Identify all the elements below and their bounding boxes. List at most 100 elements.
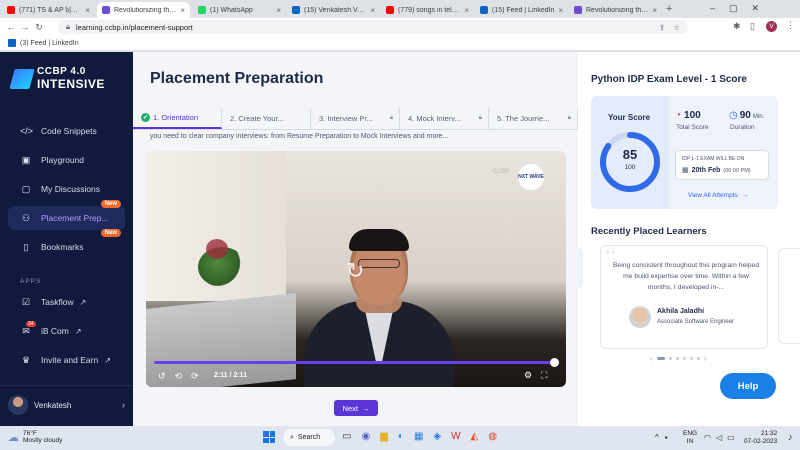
sidebar-app-item[interactable]: ✉ 34 iB Com ↗ [8,319,125,343]
wps-icon[interactable]: W [451,431,460,442]
carousel-dot[interactable] [689,357,693,360]
user-profile[interactable]: Venkatesh › [8,394,125,416]
profile-avatar[interactable]: V [766,21,777,32]
step-tabs: ✔ 1. Orientation 2. Create Your... 3. Inter… [133,108,578,130]
sidebar-item-label: My Discussions [41,184,101,194]
step-tab[interactable]: 5. The Journe... 🔒︎ [489,108,578,129]
video-player[interactable]: CCBP NXT WAVE ↻ ↺ ⟲ ⟳ 2:11 / 2:11 ⚙ ⛶ [146,151,566,387]
step-tab[interactable]: 4. Mock Interv... 🔒︎ [400,108,489,129]
sidebar-divider [0,385,133,386]
sidebar-item[interactable]: ▣ Playground [8,148,125,172]
browser-tab[interactable]: Revolutionizing the N...× [569,2,662,18]
next-button[interactable]: Next → [334,400,378,416]
new-tab-icon[interactable]: + [666,3,672,15]
bookmark-item[interactable]: (3) Feed | LinkedIn [20,40,79,47]
close-tab-icon[interactable]: × [276,6,281,15]
close-tab-icon[interactable]: × [370,6,375,15]
main-content: Placement Preparation ✔ 1. Orientation 2. … [133,52,578,426]
extensions-icon[interactable]: ✱ [733,21,741,32]
score-ring [600,132,660,192]
browser-tab[interactable]: (15) Feed | LinkedIn × [475,2,568,18]
replay-icon[interactable]: ↻ [346,258,364,284]
settings-gear-icon[interactable]: ⚙ [524,370,532,381]
carousel-dot[interactable] [668,357,672,360]
chevron-up-icon[interactable]: ^ [655,433,659,442]
volume-icon[interactable]: ◁ [716,433,722,442]
carousel-prev-icon[interactable]: ‹ [650,354,653,363]
learner-card: “ Being consistent throughout this progr… [600,242,768,349]
tab-title: Revolutionizing the N... [586,6,649,14]
menu-icon[interactable]: ⋮ [786,20,795,31]
carousel-next-icon[interactable]: › [704,354,707,363]
sidepanel-icon[interactable]: ▯ [750,21,755,32]
reload-icon[interactable]: ↻ [32,22,46,33]
carousel-dot[interactable] [682,357,686,360]
edge-icon[interactable]: ◐ [398,431,404,442]
step-tab[interactable]: 3. Interview Pr... 🔒︎ [311,108,400,129]
fullscreen-icon[interactable]: ⛶ [541,370,547,381]
video-progress-handle[interactable] [550,358,559,367]
language-indicator[interactable]: ENG IN [683,430,697,446]
lock-icon: 🔒︎ [66,22,70,31]
wifi-icon[interactable]: ◠ [704,433,711,442]
close-tab-icon[interactable]: × [180,6,185,15]
share-icon[interactable]: ⇪ [659,23,665,32]
sidebar-item[interactable]: ▢ My Discussions [8,177,125,201]
close-window-icon[interactable]: ✕ [752,3,760,14]
teams-icon[interactable]: ◉ [361,431,370,442]
sidebar-app-label: Invite and Earn [41,355,99,365]
back-icon[interactable]: ← [4,22,18,32]
step-tab[interactable]: ✔ 1. Orientation [133,108,222,129]
chevron-right-icon[interactable]: › [122,400,125,410]
ccbp-logo[interactable]: CCBP 4.0 INTENSIVE [9,66,105,91]
battery-icon[interactable]: ▭ [727,433,735,442]
weather-widget[interactable]: ☁ 76°F Mostly cloudy [8,430,62,444]
view-all-attempts-link[interactable]: View All Attempts → [688,192,748,199]
exam-date-row: ▦ 20th Feb (06:00 PM) [682,166,751,174]
help-button[interactable]: Help [720,373,776,399]
plant-flowers-image [206,239,228,259]
browser-tab[interactable]: (779) songs in telugu...× [381,2,474,18]
office-icon[interactable]: ◭ [471,431,479,442]
browser-tab[interactable]: (771) TS & AP ს|ფ||... × [2,2,95,18]
maximize-icon[interactable]: ▢ [729,3,738,14]
carousel-dot[interactable] [696,357,700,360]
camera-icon[interactable]: ▪ [665,433,668,442]
replay-small-icon[interactable]: ↺ [158,371,166,382]
address-bar[interactable]: 🔒︎ learning.ccbp.in/placement-support ⇪ … [58,20,688,34]
close-tab-icon[interactable]: × [85,6,90,15]
external-link-icon: ↗ [74,326,82,336]
file-explorer-icon[interactable]: ▆ [380,431,388,442]
forward-icon[interactable]: → [18,22,32,32]
close-tab-icon[interactable]: × [652,6,657,15]
browser-tab[interactable]: (15) Venkatesh Vado...× [287,2,380,18]
notification-bell-icon[interactable]: ♪ [788,432,793,442]
sidebar-item-icon: ▣ [21,154,31,165]
media-icon[interactable]: ◈ [433,431,441,442]
sidebar-app-item[interactable]: ♛ Invite and Earn ↗ [8,348,125,372]
sidebar-item[interactable]: ⚇ Placement Prep... New [8,200,125,230]
bookmark-star-icon[interactable]: ☆ [673,23,680,32]
minimize-icon[interactable]: – [710,3,715,14]
step-tab[interactable]: 2. Create Your... [222,108,311,129]
bookmarks-bar: (3) Feed | LinkedIn [0,36,800,51]
sidebar-app-item[interactable]: ☑ Taskflow ↗ [8,290,125,314]
rewind-10-icon[interactable]: ⟲ [175,371,183,382]
sidebar-item[interactable]: </> Code Snippets [8,119,125,143]
carousel-dot-active[interactable] [656,357,665,360]
chrome-icon[interactable]: ◍ [488,431,497,442]
close-tab-icon[interactable]: × [558,6,563,15]
taskbar-search[interactable]: ⌕ Search [283,429,335,446]
sidebar-item[interactable]: ▯ Bookmarks New [8,229,125,259]
windows-start-icon[interactable] [263,431,275,443]
close-tab-icon[interactable]: × [464,6,469,15]
store-icon[interactable]: ▦ [414,431,423,442]
browser-tab[interactable]: (1) WhatsApp × [193,2,286,18]
clock[interactable]: 21:32 07-02-2023 [744,430,777,446]
browser-tab[interactable]: Revolutionizing the N...× [97,2,190,18]
task-view-icon[interactable]: ▭ [342,431,351,442]
video-progress-track[interactable] [154,361,556,364]
logo-line-2: INTENSIVE [37,77,105,91]
carousel-dot[interactable] [675,357,679,360]
forward-10-icon[interactable]: ⟳ [191,371,199,382]
